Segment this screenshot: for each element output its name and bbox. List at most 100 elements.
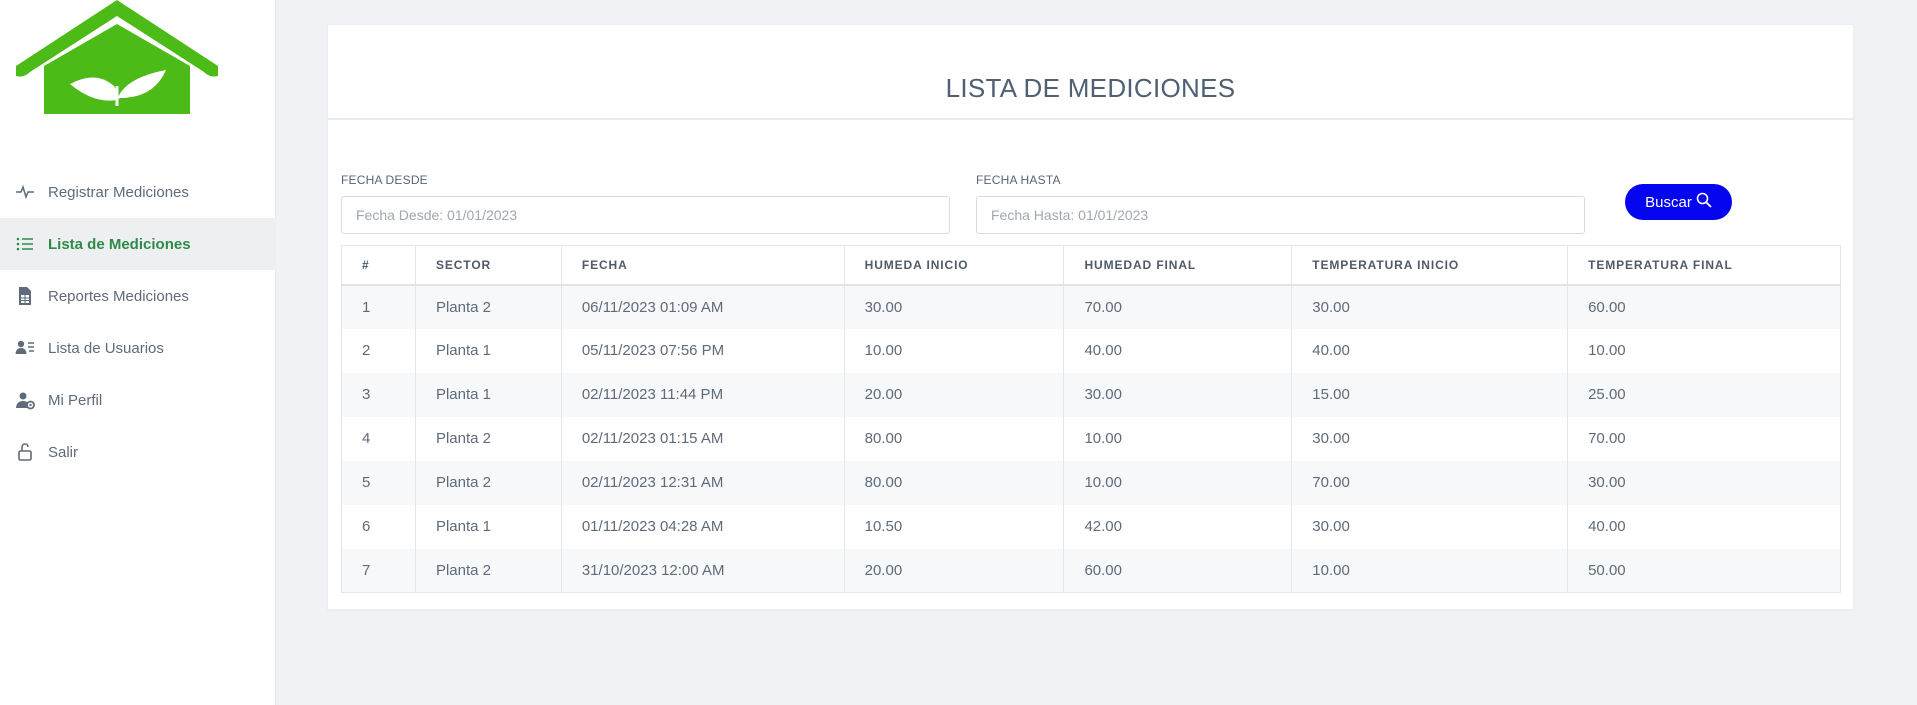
spreadsheet-icon xyxy=(15,286,35,306)
cell-humedad-inicio: 30.00 xyxy=(843,284,1065,329)
cell-humedad-inicio: 80.00 xyxy=(843,416,1065,461)
cell-humedad-final: 60.00 xyxy=(1063,548,1293,593)
table-row: 4 Planta 2 02/11/2023 01:15 AM 80.00 10.… xyxy=(341,416,1841,461)
sidebar: Registrar Mediciones Lista de Mediciones xyxy=(0,0,276,705)
cell-fecha: 31/10/2023 12:00 AM xyxy=(560,548,845,593)
cell-sector: Planta 2 xyxy=(414,284,562,329)
column-header-humedad-inicio[interactable]: HUMEDA INICIO xyxy=(843,245,1065,286)
buscar-button[interactable]: Buscar xyxy=(1625,184,1732,220)
cell-temperatura-inicio: 40.00 xyxy=(1291,328,1569,373)
cell-temperatura-final: 25.00 xyxy=(1567,372,1841,417)
column-header-fecha[interactable]: FECHA xyxy=(560,245,845,286)
cell-temperatura-inicio: 15.00 xyxy=(1291,372,1569,417)
fecha-hasta-label: FECHA HASTA xyxy=(976,173,1061,187)
cell-temperatura-inicio: 10.00 xyxy=(1291,548,1569,593)
mediciones-table: # SECTOR FECHA HUMEDA INICIO HUMEDAD FIN… xyxy=(341,245,1841,593)
cell-fecha: 01/11/2023 04:28 AM xyxy=(560,504,845,549)
user-gear-icon xyxy=(15,390,35,410)
table-header-row: # SECTOR FECHA HUMEDA INICIO HUMEDAD FIN… xyxy=(341,245,1841,286)
cell-number: 2 xyxy=(341,328,416,373)
cell-number: 6 xyxy=(341,504,416,549)
fecha-desde-input[interactable] xyxy=(341,196,950,234)
table-row: 1 Planta 2 06/11/2023 01:09 AM 30.00 70.… xyxy=(341,284,1841,329)
sidebar-item-label: Salir xyxy=(48,443,79,461)
cell-temperatura-inicio: 30.00 xyxy=(1291,416,1569,461)
card-header: LISTA DE MEDICIONES xyxy=(328,25,1853,120)
fecha-desde-label: FECHA DESDE xyxy=(341,173,428,187)
cell-humedad-inicio: 20.00 xyxy=(843,548,1065,593)
cell-sector: Planta 1 xyxy=(414,504,562,549)
mediciones-card: LISTA DE MEDICIONES FECHA DESDE FECHA HA… xyxy=(327,24,1854,610)
column-header-humedad-final[interactable]: HUMEDAD FINAL xyxy=(1063,245,1293,286)
cell-temperatura-final: 10.00 xyxy=(1567,328,1841,373)
table-row: 2 Planta 1 05/11/2023 07:56 PM 10.00 40.… xyxy=(341,328,1841,373)
sidebar-item-lista-de-usuarios[interactable]: Lista de Usuarios xyxy=(0,322,276,374)
sidebar-item-label: Reportes Mediciones xyxy=(48,287,189,305)
cell-sector: Planta 1 xyxy=(414,328,562,373)
cell-number: 4 xyxy=(341,416,416,461)
column-header-temperatura-final[interactable]: TEMPERATURA FINAL xyxy=(1567,245,1841,286)
cell-sector: Planta 2 xyxy=(414,548,562,593)
search-icon xyxy=(1696,192,1712,212)
sidebar-item-registrar-mediciones[interactable]: Registrar Mediciones xyxy=(0,166,276,218)
cell-sector: Planta 2 xyxy=(414,460,562,505)
cell-fecha: 06/11/2023 01:09 AM xyxy=(560,284,845,329)
cell-temperatura-final: 40.00 xyxy=(1567,504,1841,549)
cell-temperatura-inicio: 30.00 xyxy=(1291,284,1569,329)
sidebar-item-salir[interactable]: Salir xyxy=(0,426,276,478)
column-header-sector[interactable]: SECTOR xyxy=(414,245,562,286)
list-icon xyxy=(15,234,35,254)
cell-humedad-final: 30.00 xyxy=(1063,372,1293,417)
table-row: 7 Planta 2 31/10/2023 12:00 AM 20.00 60.… xyxy=(341,548,1841,593)
cell-number: 5 xyxy=(341,460,416,505)
fecha-hasta-input[interactable] xyxy=(976,196,1585,234)
cell-temperatura-inicio: 70.00 xyxy=(1291,460,1569,505)
cell-humedad-inicio: 10.00 xyxy=(843,328,1065,373)
column-header-temperatura-inicio[interactable]: TEMPERATURA INICIO xyxy=(1291,245,1569,286)
cell-humedad-inicio: 20.00 xyxy=(843,372,1065,417)
cell-number: 1 xyxy=(341,284,416,329)
sidebar-item-label: Registrar Mediciones xyxy=(48,183,189,201)
mediciones-table-wrap: # SECTOR FECHA HUMEDA INICIO HUMEDAD FIN… xyxy=(341,245,1841,593)
cell-fecha: 05/11/2023 07:56 PM xyxy=(560,328,845,373)
fecha-desde-group: FECHA DESDE xyxy=(341,173,950,234)
cell-temperatura-inicio: 30.00 xyxy=(1291,504,1569,549)
table-row: 3 Planta 1 02/11/2023 11:44 PM 20.00 30.… xyxy=(341,372,1841,417)
filters-row: FECHA DESDE FECHA HASTA Buscar xyxy=(341,173,1841,234)
cell-humedad-inicio: 10.50 xyxy=(843,504,1065,549)
cell-sector: Planta 2 xyxy=(414,416,562,461)
cell-temperatura-final: 50.00 xyxy=(1567,548,1841,593)
sidebar-item-reportes-mediciones[interactable]: Reportes Mediciones xyxy=(0,270,276,322)
cell-number: 3 xyxy=(341,372,416,417)
cell-humedad-final: 70.00 xyxy=(1063,284,1293,329)
cell-humedad-final: 10.00 xyxy=(1063,416,1293,461)
fecha-hasta-group: FECHA HASTA xyxy=(976,173,1585,234)
unlock-icon xyxy=(15,442,35,462)
cell-temperatura-final: 30.00 xyxy=(1567,460,1841,505)
sidebar-item-label: Mi Perfil xyxy=(48,391,103,409)
cell-temperatura-final: 70.00 xyxy=(1567,416,1841,461)
sidebar-item-label: Lista de Mediciones xyxy=(48,235,191,253)
greenhouse-logo-icon[interactable] xyxy=(14,0,220,118)
users-list-icon xyxy=(15,338,35,358)
table-row: 6 Planta 1 01/11/2023 04:28 AM 10.50 42.… xyxy=(341,504,1841,549)
cell-humedad-final: 42.00 xyxy=(1063,504,1293,549)
cell-humedad-final: 10.00 xyxy=(1063,460,1293,505)
cell-sector: Planta 1 xyxy=(414,372,562,417)
activity-icon xyxy=(15,182,35,202)
page-title: LISTA DE MEDICIONES xyxy=(945,73,1236,103)
sidebar-nav: Registrar Mediciones Lista de Mediciones xyxy=(0,166,276,478)
cell-number: 7 xyxy=(341,548,416,593)
cell-fecha: 02/11/2023 11:44 PM xyxy=(560,372,845,417)
cell-humedad-final: 40.00 xyxy=(1063,328,1293,373)
cell-fecha: 02/11/2023 12:31 AM xyxy=(560,460,845,505)
table-row: 5 Planta 2 02/11/2023 12:31 AM 80.00 10.… xyxy=(341,460,1841,505)
cell-humedad-inicio: 80.00 xyxy=(843,460,1065,505)
sidebar-item-mi-perfil[interactable]: Mi Perfil xyxy=(0,374,276,426)
cell-fecha: 02/11/2023 01:15 AM xyxy=(560,416,845,461)
cell-temperatura-final: 60.00 xyxy=(1567,284,1841,329)
buscar-button-label: Buscar xyxy=(1645,193,1692,211)
sidebar-item-lista-de-mediciones[interactable]: Lista de Mediciones xyxy=(0,218,276,270)
column-header-number[interactable]: # xyxy=(341,245,416,286)
sidebar-item-label: Lista de Usuarios xyxy=(48,339,164,357)
